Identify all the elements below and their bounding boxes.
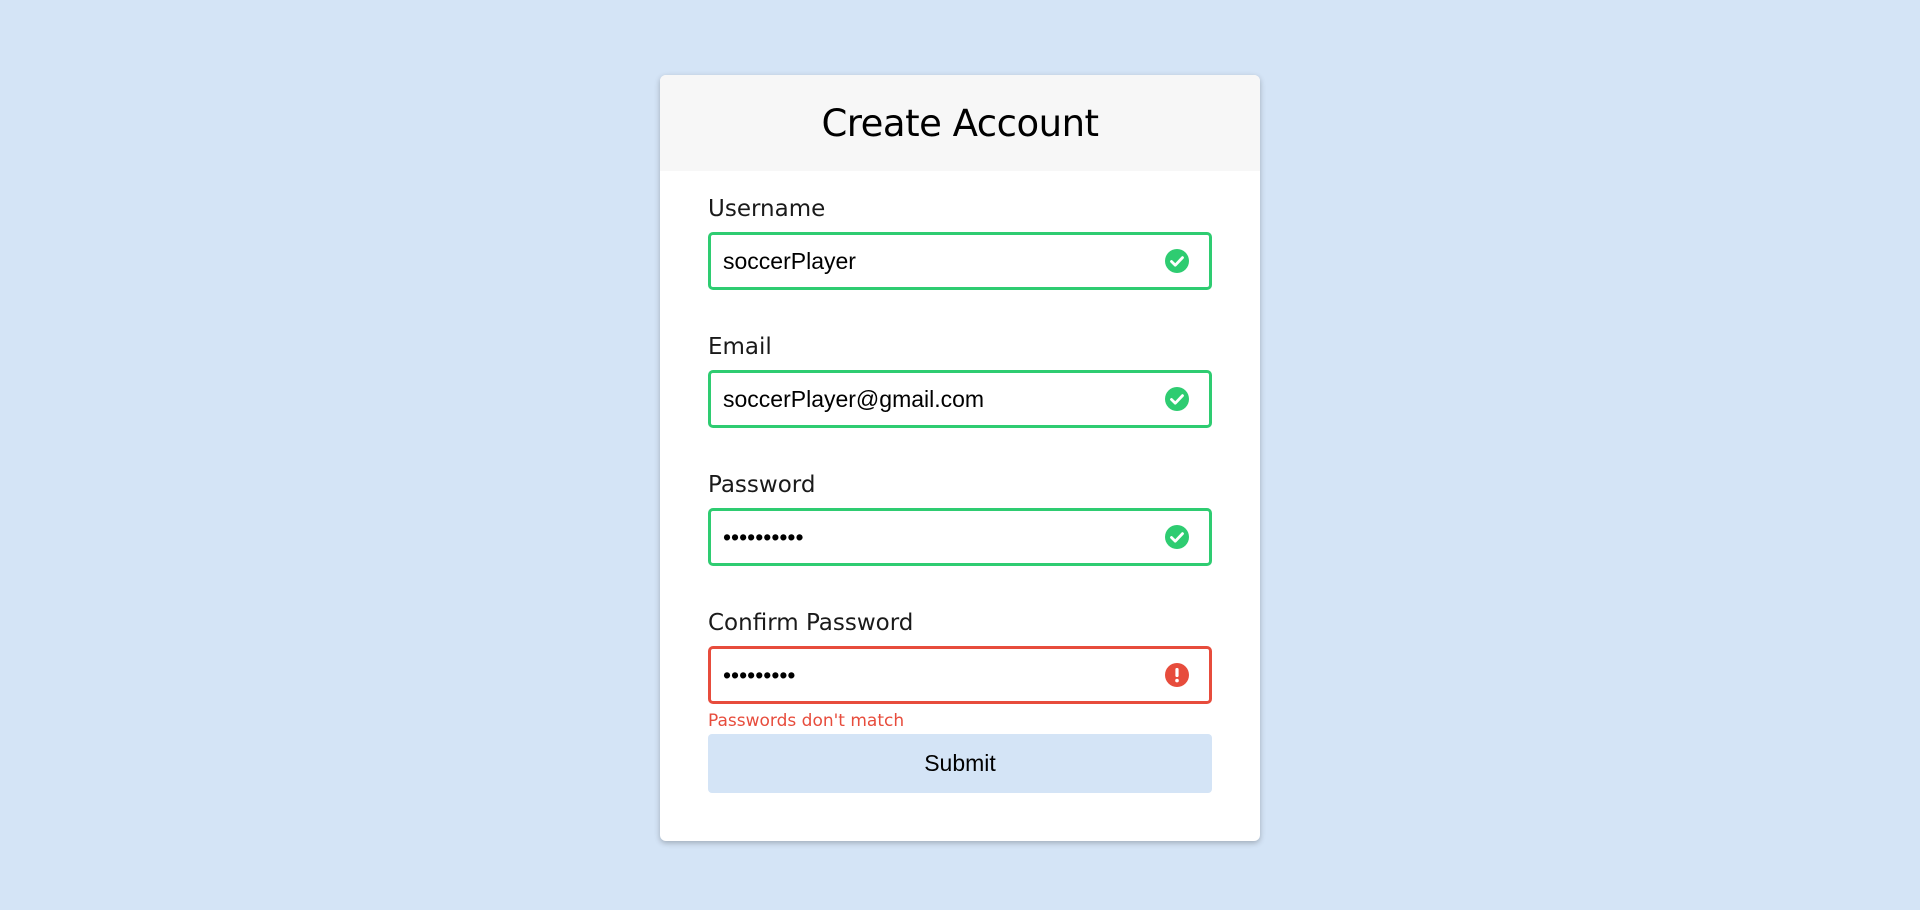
- password-input[interactable]: [711, 511, 1209, 563]
- email-label: Email: [708, 334, 772, 360]
- password-label: Password: [708, 472, 816, 498]
- confirm-password-error: Passwords don't match: [708, 711, 905, 731]
- confirm-password-label: Confirm Password: [708, 610, 914, 636]
- username-field: [708, 232, 1212, 290]
- check-circle-icon: [1165, 525, 1189, 549]
- username-label: Username: [708, 196, 826, 222]
- submit-button[interactable]: Submit: [708, 734, 1212, 793]
- signup-form: Username Email Password: [660, 192, 1260, 793]
- card-header: Create Account: [660, 75, 1260, 171]
- password-field: [708, 508, 1212, 566]
- check-circle-icon: [1165, 387, 1189, 411]
- email-field: [708, 370, 1212, 428]
- username-group: Username: [708, 192, 1212, 290]
- exclamation-circle-icon: [1165, 663, 1189, 687]
- email-group: Email: [708, 330, 1212, 428]
- username-input[interactable]: [711, 235, 1209, 287]
- page-title: Create Account: [821, 101, 1099, 145]
- confirm-password-input[interactable]: [711, 649, 1209, 701]
- check-circle-icon: [1165, 249, 1189, 273]
- create-account-card: Create Account Username Email: [660, 75, 1260, 841]
- confirm-password-field: [708, 646, 1212, 704]
- email-input[interactable]: [711, 373, 1209, 425]
- password-group: Password: [708, 468, 1212, 566]
- confirm-password-group: Confirm Password Passwords don't match: [708, 606, 1212, 732]
